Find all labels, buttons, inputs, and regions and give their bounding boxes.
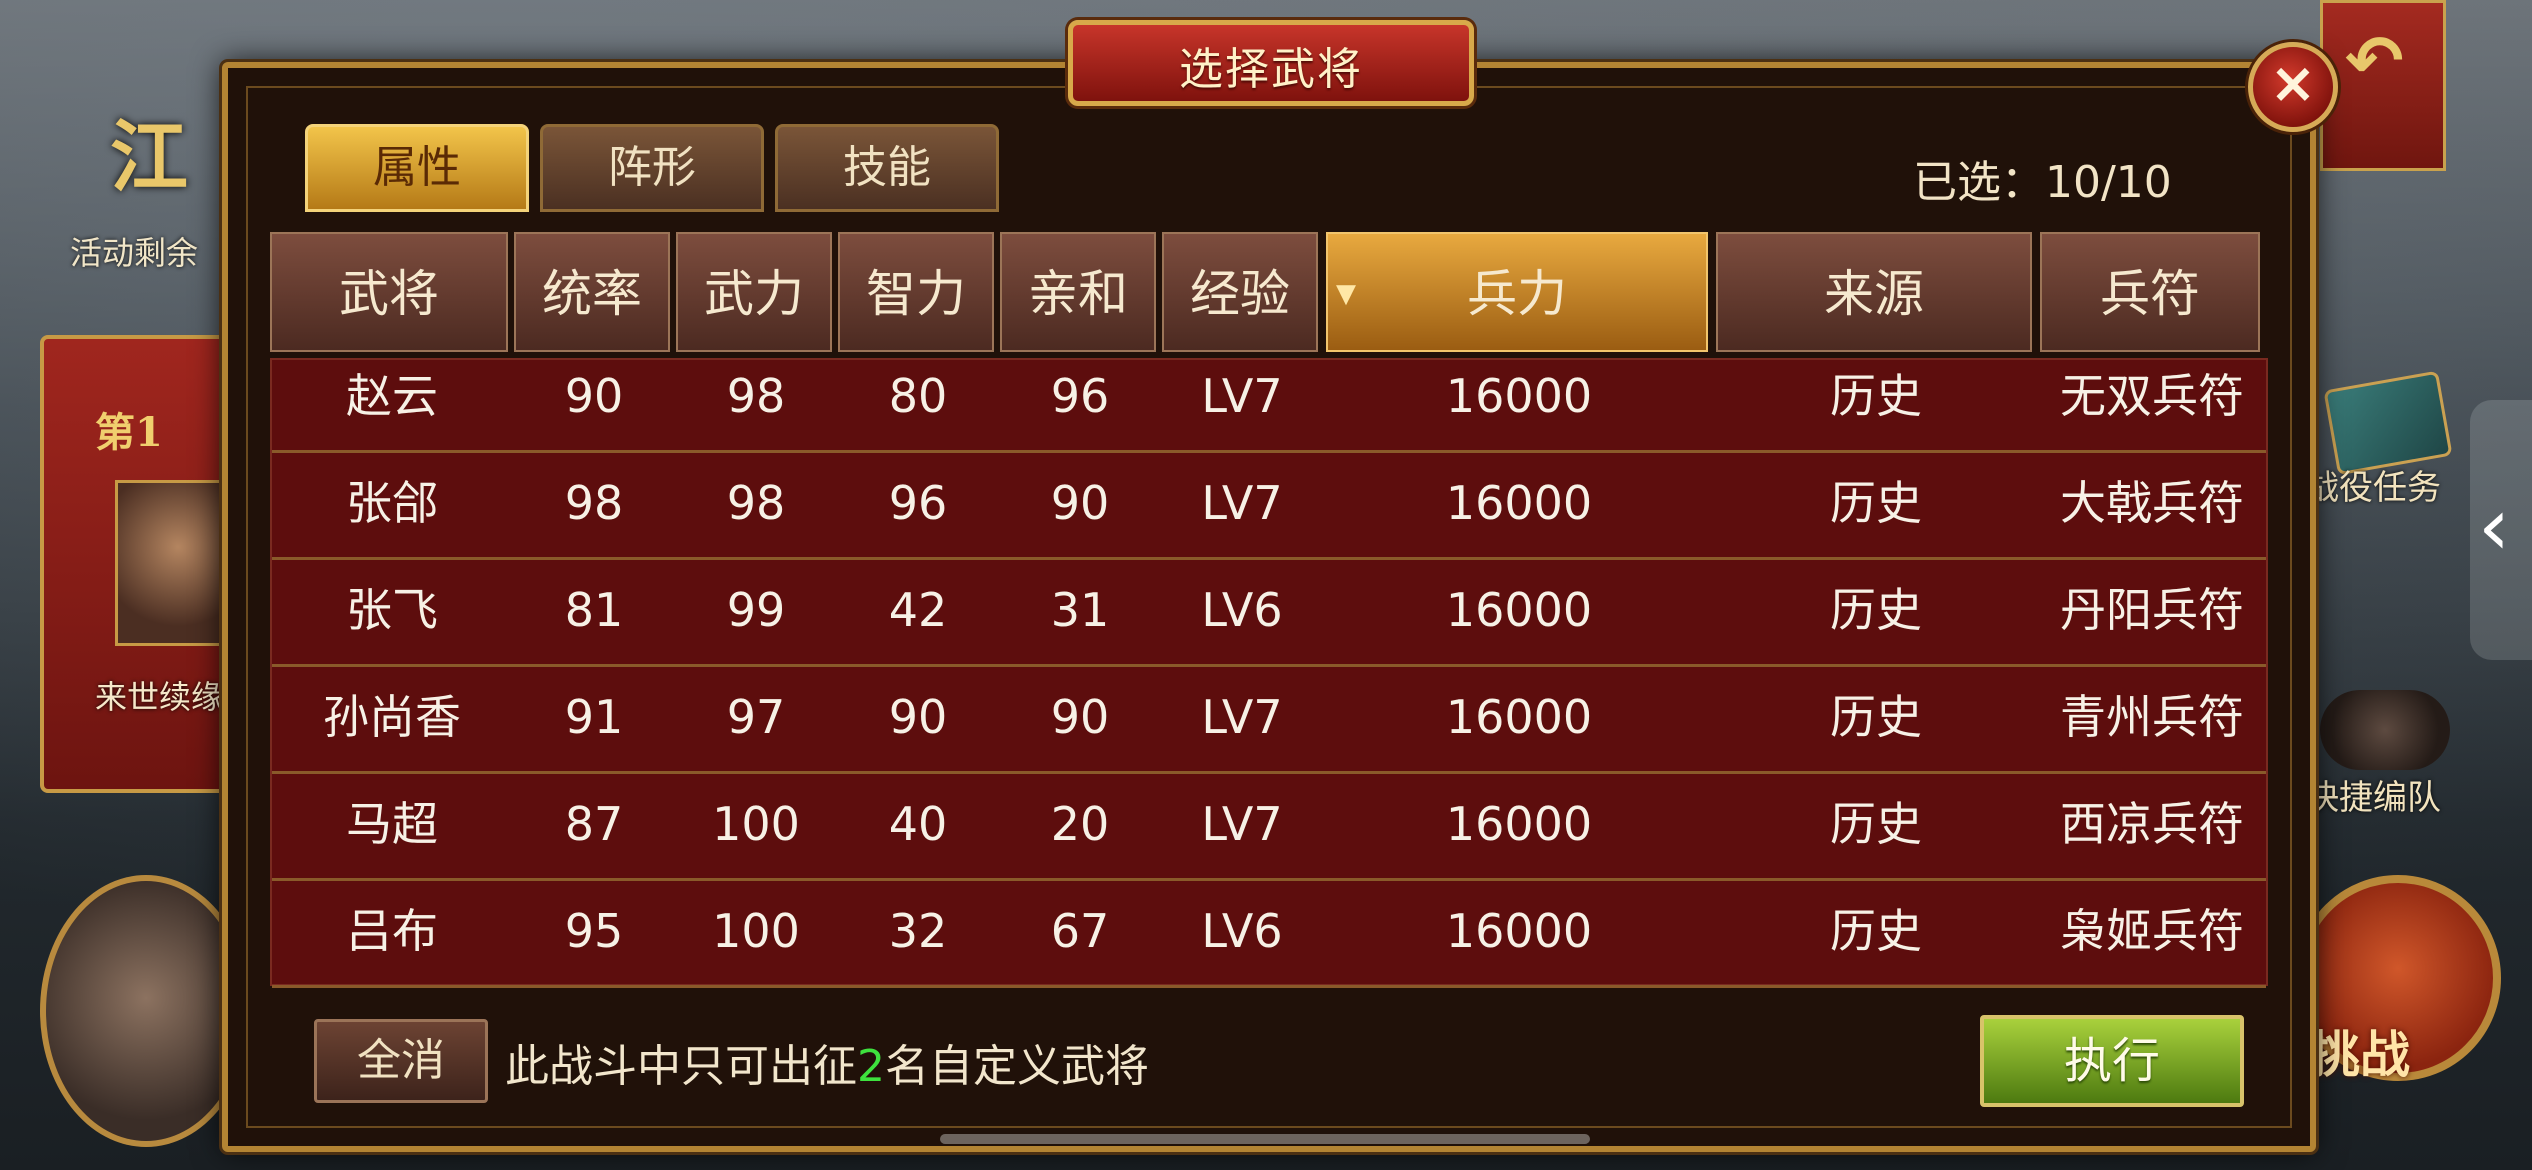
- cell-experience: LV6: [1201, 904, 1283, 958]
- cell-force: 98: [726, 476, 786, 530]
- cell-general: 马超: [346, 797, 438, 851]
- col-header-general[interactable]: 武将: [270, 232, 508, 352]
- cell-affinity: 67: [1050, 904, 1110, 958]
- table-row[interactable]: 张郃 98 98 96 90 LV7 16000 历史 大戟兵符: [272, 453, 2266, 560]
- col-header-experience[interactable]: 经验: [1162, 232, 1318, 352]
- cell-tally: 西凉兵符: [2060, 797, 2244, 851]
- col-header-source[interactable]: 来源: [1716, 232, 2032, 352]
- close-icon: ×: [2269, 51, 2317, 116]
- col-header-tally[interactable]: 兵符: [2040, 232, 2260, 352]
- cell-experience: LV7: [1201, 369, 1283, 423]
- col-header-troops[interactable]: ▼ 兵力: [1326, 232, 1708, 352]
- cell-affinity: 96: [1050, 369, 1110, 423]
- table-row[interactable]: 孙尚香 91 97 90 90 LV7 16000 历史 青州兵符: [272, 667, 2266, 774]
- clear-all-button[interactable]: 全消: [314, 1019, 488, 1103]
- cell-experience: LV6: [1201, 583, 1283, 637]
- cell-leadership: 90: [564, 369, 624, 423]
- banner-rank-label: 第1: [95, 409, 163, 456]
- execute-button[interactable]: 执行: [1980, 1015, 2244, 1107]
- cell-affinity: 20: [1050, 797, 1110, 851]
- player-avatar[interactable]: [40, 875, 252, 1147]
- cell-leadership: 91: [564, 690, 624, 744]
- cell-force: 99: [726, 583, 786, 637]
- cell-affinity: 31: [1050, 583, 1110, 637]
- cell-tally: 无双兵符: [2060, 369, 2244, 423]
- tab-skills[interactable]: 技能: [775, 124, 999, 212]
- dialog-title-plaque: 选择武将: [1068, 20, 1474, 106]
- cell-experience: LV7: [1201, 797, 1283, 851]
- table-row[interactable]: 马超 87 100 40 20 LV7 16000 历史 西凉兵符: [272, 774, 2266, 881]
- dialog-title: 选择武将: [1179, 44, 1363, 95]
- cell-force: 100: [712, 904, 800, 958]
- return-arrow-icon: ↶: [2345, 20, 2404, 102]
- cell-affinity: 90: [1050, 476, 1110, 530]
- table-row[interactable]: 吕布 95 100 32 67 LV6 16000 历史 枭姬兵符: [272, 881, 2266, 988]
- col-header-troops-label: 兵力: [1467, 265, 1567, 323]
- cell-intellect: 40: [888, 797, 948, 851]
- cell-experience: LV7: [1201, 690, 1283, 744]
- cell-leadership: 98: [564, 476, 624, 530]
- sort-desc-icon: ▼: [1336, 279, 1356, 309]
- cell-force: 97: [726, 690, 786, 744]
- cell-troops: 16000: [1445, 369, 1593, 423]
- cell-source: 历史: [1830, 476, 1922, 530]
- cell-general: 张飞: [346, 583, 438, 637]
- tab-attributes[interactable]: 属性: [305, 124, 529, 212]
- table-row[interactable]: 赵云 90 98 80 96 LV7 16000 历史 无双兵符: [272, 346, 2266, 453]
- home-indicator: [940, 1134, 1590, 1144]
- tab-formation[interactable]: 阵形: [540, 124, 764, 212]
- cell-source: 历史: [1830, 369, 1922, 423]
- cell-general: 张郃: [346, 476, 438, 530]
- cell-force: 100: [712, 797, 800, 851]
- col-header-leadership[interactable]: 统率: [514, 232, 670, 352]
- cell-leadership: 81: [564, 583, 624, 637]
- soldiers-icon[interactable]: [2320, 690, 2450, 770]
- cell-tally: 丹阳兵符: [2060, 583, 2244, 637]
- hint-number: 2: [857, 1041, 885, 1092]
- cell-tally: 枭姬兵符: [2060, 904, 2244, 958]
- close-button[interactable]: ×: [2248, 42, 2338, 132]
- hint-prefix: 此战斗中只可出征: [505, 1041, 857, 1092]
- cell-source: 历史: [1830, 690, 1922, 744]
- hint-suffix: 名自定义武将: [885, 1041, 1149, 1092]
- cell-intellect: 90: [888, 690, 948, 744]
- cell-intellect: 42: [888, 583, 948, 637]
- quick-formation-label: 快捷编队: [2305, 778, 2441, 818]
- cell-source: 历史: [1830, 797, 1922, 851]
- col-header-intellect[interactable]: 智力: [838, 232, 994, 352]
- challenge-label: 挑战: [2310, 1025, 2410, 1084]
- campaign-task-label: 战役任务: [2305, 468, 2441, 508]
- cell-general: 孙尚香: [323, 690, 461, 744]
- cell-general: 赵云: [346, 369, 438, 423]
- cell-intellect: 32: [888, 904, 948, 958]
- cell-leadership: 87: [564, 797, 624, 851]
- generals-table: 赵云 90 98 80 96 LV7 16000 历史 无双兵符张郃 98 98 96 90 LV7 160…: [270, 358, 2268, 988]
- cell-force: 98: [726, 369, 786, 423]
- cell-tally: 大戟兵符: [2060, 476, 2244, 530]
- cell-source: 历史: [1830, 583, 1922, 637]
- deploy-hint: 此战斗中只可出征2名自定义武将: [505, 1030, 1149, 1094]
- cell-general: 吕布: [346, 904, 438, 958]
- cell-affinity: 90: [1050, 690, 1110, 744]
- event-title: 江: [110, 112, 195, 203]
- banner-caption: 来世续缘: [95, 678, 224, 716]
- cell-experience: LV7: [1201, 476, 1283, 530]
- col-header-affinity[interactable]: 亲和: [1000, 232, 1156, 352]
- cell-leadership: 95: [564, 904, 624, 958]
- cell-troops: 16000: [1445, 904, 1593, 958]
- cell-tally: 青州兵符: [2060, 690, 2244, 744]
- selected-count: 已选：10/10: [1913, 157, 2172, 208]
- cell-troops: 16000: [1445, 476, 1593, 530]
- cell-source: 历史: [1830, 904, 1922, 958]
- cell-intellect: 80: [888, 369, 948, 423]
- table-row[interactable]: 张飞 81 99 42 31 LV6 16000 历史 丹阳兵符: [272, 560, 2266, 667]
- cell-troops: 16000: [1445, 690, 1593, 744]
- cell-troops: 16000: [1445, 583, 1593, 637]
- activity-remaining-label: 活动剩余: [70, 234, 199, 272]
- chevron-left-icon[interactable]: ‹: [2478, 480, 2510, 573]
- cell-troops: 16000: [1445, 797, 1593, 851]
- col-header-force[interactable]: 武力: [676, 232, 832, 352]
- cell-intellect: 96: [888, 476, 948, 530]
